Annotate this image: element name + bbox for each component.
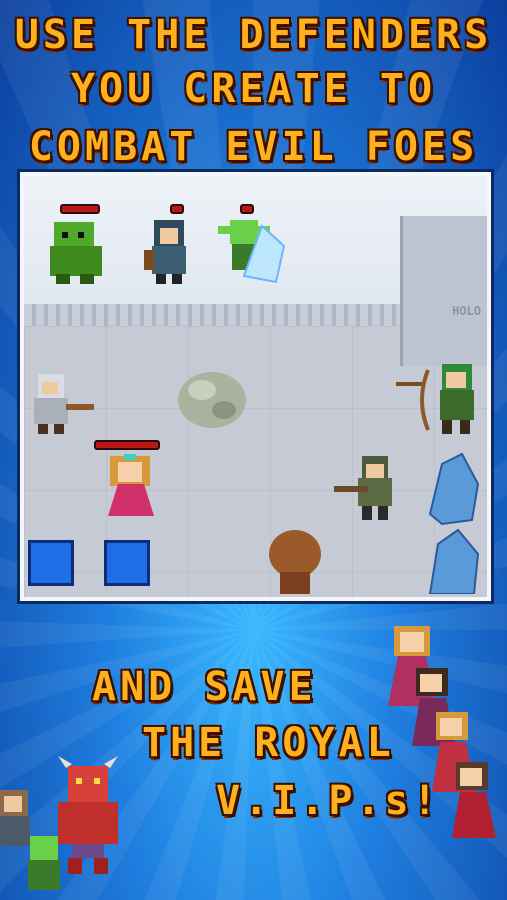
evil-foes-group — [0, 756, 118, 890]
blue-block-1 — [28, 540, 74, 586]
headline-line-1: USE THE DEFENDERS — [14, 12, 493, 58]
hooded-rogue-enemy[interactable] — [140, 216, 200, 288]
knight-defender[interactable] — [28, 368, 98, 438]
goblin-health-bar — [240, 204, 254, 214]
royal-vips-group — [388, 626, 496, 838]
headline-line-3: COMBAT EVIL FOES — [28, 124, 479, 170]
wall-sign: HOLO — [452, 304, 481, 318]
ice-crystals-obstacle — [428, 452, 480, 594]
castle-wall — [400, 216, 487, 366]
headline-line-2: YOU CREATE TO — [70, 66, 437, 112]
tagline-line-2: THE ROYAL — [142, 720, 395, 766]
game-scene[interactable]: HOLO — [20, 172, 491, 601]
blue-block-2 — [104, 540, 150, 586]
princess-health-bar — [94, 440, 160, 450]
goblin-frozen-enemy[interactable] — [214, 216, 294, 288]
battle-grid[interactable] — [24, 326, 487, 597]
tagline-line-1: AND SAVE — [92, 664, 317, 710]
boulder-obstacle — [178, 372, 246, 428]
elf-archer-enemy[interactable] — [420, 360, 486, 438]
monk-defender[interactable] — [260, 524, 330, 594]
orc-health-bar — [60, 204, 100, 214]
princess-vip[interactable] — [98, 452, 164, 522]
rogue-health-bar — [170, 204, 184, 214]
soldier-gunner-defender[interactable] — [334, 452, 414, 524]
orc-enemy[interactable] — [42, 216, 112, 288]
